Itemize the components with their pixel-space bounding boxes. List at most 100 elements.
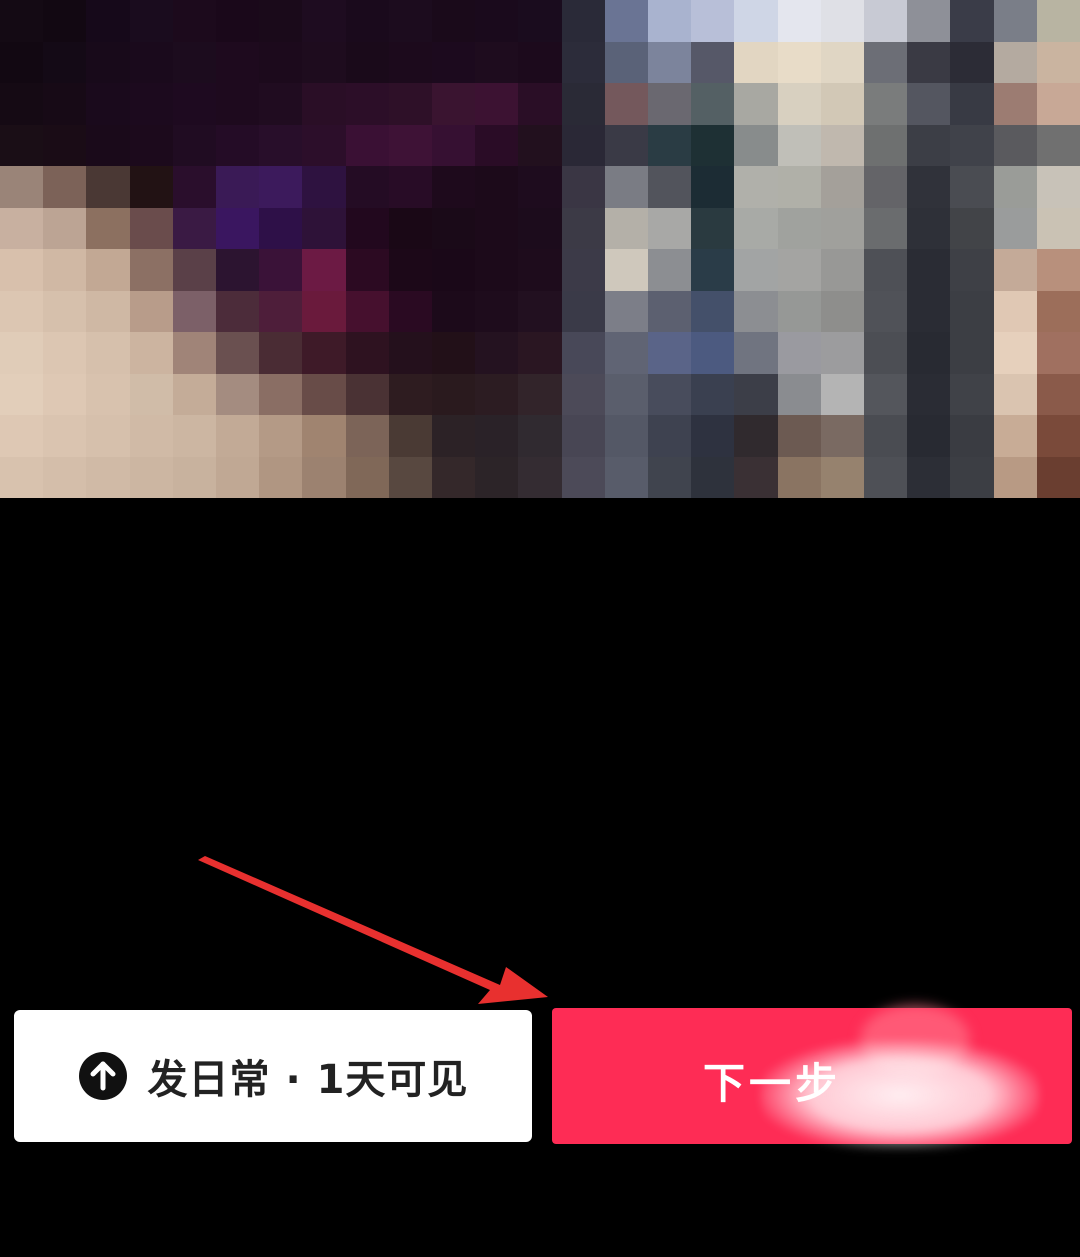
post-daily-label: 发日常 · 1天可见: [147, 1057, 469, 1103]
mosaic-tile: [777, 332, 821, 374]
mosaic-tile: [302, 166, 346, 208]
mosaic-tile: [734, 249, 778, 291]
mosaic-tile: [432, 456, 476, 498]
mosaic-tile: [604, 83, 648, 125]
mosaic-tile: [561, 456, 605, 498]
mosaic-tile: [907, 415, 951, 457]
mosaic-tile: [993, 41, 1037, 83]
mosaic-tile: [734, 41, 778, 83]
mosaic-tile: [691, 83, 735, 125]
mosaic-tile: [777, 166, 821, 208]
mosaic-tile: [172, 373, 216, 415]
mosaic-tile: [0, 332, 44, 374]
mosaic-tile: [604, 166, 648, 208]
mosaic-tile: [259, 124, 303, 166]
mosaic-tile: [345, 83, 389, 125]
mosaic-tile: [604, 373, 648, 415]
mosaic-tile: [518, 249, 562, 291]
mosaic-tile: [993, 332, 1037, 374]
mosaic-tile: [216, 456, 260, 498]
mosaic-tile: [864, 332, 908, 374]
mosaic-tile: [777, 207, 821, 249]
mosaic-tile: [950, 41, 994, 83]
mosaic-tile: [518, 41, 562, 83]
mosaic-tile: [302, 332, 346, 374]
mosaic-tile: [734, 373, 778, 415]
mosaic-tile: [43, 83, 87, 125]
mosaic-tile: [820, 41, 864, 83]
mosaic-tile: [864, 456, 908, 498]
mosaic-tile: [734, 415, 778, 457]
mosaic-tile: [777, 0, 821, 42]
mosaic-tile: [1036, 83, 1080, 125]
mosaic-tile: [86, 373, 130, 415]
mosaic-tile: [216, 0, 260, 42]
mosaic-tile: [172, 290, 216, 332]
mosaic-tile: [216, 415, 260, 457]
mosaic-tile: [820, 290, 864, 332]
mosaic-tile: [432, 249, 476, 291]
mosaic-tile: [907, 207, 951, 249]
mosaic-tile: [86, 290, 130, 332]
mosaic-tile: [993, 373, 1037, 415]
mosaic-tile: [691, 41, 735, 83]
mosaic-tile: [388, 249, 432, 291]
mosaic-tile: [691, 166, 735, 208]
mosaic-tile: [864, 207, 908, 249]
mosaic-tile: [518, 124, 562, 166]
mosaic-tile: [604, 456, 648, 498]
mosaic-tile: [1036, 373, 1080, 415]
mosaic-tile: [864, 41, 908, 83]
mosaic-tile: [388, 332, 432, 374]
mosaic-tile: [864, 249, 908, 291]
mosaic-tile: [302, 83, 346, 125]
mosaic-tile: [1036, 166, 1080, 208]
mosaic-tile: [172, 456, 216, 498]
publish-screen: 发日常 · 1天可见 下一步: [0, 0, 1080, 1257]
mosaic-tile: [820, 207, 864, 249]
mosaic-tile: [216, 41, 260, 83]
mosaic-tile: [1036, 415, 1080, 457]
mosaic-tile: [475, 124, 519, 166]
mosaic-tile: [993, 207, 1037, 249]
mosaic-tile: [216, 332, 260, 374]
mosaic-tile: [43, 373, 87, 415]
mosaic-tile: [216, 166, 260, 208]
mosaic-tile: [820, 0, 864, 42]
mosaic-tile: [432, 0, 476, 42]
mosaic-tile: [604, 207, 648, 249]
mosaic-tile: [864, 83, 908, 125]
mosaic-tile: [216, 290, 260, 332]
post-daily-button[interactable]: 发日常 · 1天可见: [14, 1010, 532, 1142]
mosaic-tile: [648, 83, 692, 125]
mosaic-tile: [475, 290, 519, 332]
mosaic-tile: [302, 290, 346, 332]
mosaic-tile: [518, 415, 562, 457]
mosaic-tile: [777, 41, 821, 83]
mosaic-tile: [0, 373, 44, 415]
mosaic-tile: [907, 249, 951, 291]
mosaic-tile: [302, 249, 346, 291]
mosaic-tile: [432, 373, 476, 415]
mosaic-tile: [561, 83, 605, 125]
mosaic-tile: [388, 456, 432, 498]
mosaic-tile: [0, 166, 44, 208]
mosaic-tile: [907, 166, 951, 208]
mosaic-tile: [950, 124, 994, 166]
mosaic-tile: [777, 249, 821, 291]
mosaic-tile: [1036, 456, 1080, 498]
mosaic-tile: [950, 373, 994, 415]
mosaic-tile: [475, 166, 519, 208]
mosaic-tile: [432, 124, 476, 166]
mosaic-tile: [820, 166, 864, 208]
media-preview: [0, 0, 1080, 498]
mosaic-tile: [691, 332, 735, 374]
mosaic-tile: [907, 124, 951, 166]
mosaic-tile: [950, 166, 994, 208]
mosaic-tile: [691, 249, 735, 291]
mosaic-tile: [388, 83, 432, 125]
mosaic-tile: [1036, 249, 1080, 291]
mosaic-tile: [388, 124, 432, 166]
mosaic-tile: [86, 166, 130, 208]
mosaic-tile: [129, 249, 173, 291]
